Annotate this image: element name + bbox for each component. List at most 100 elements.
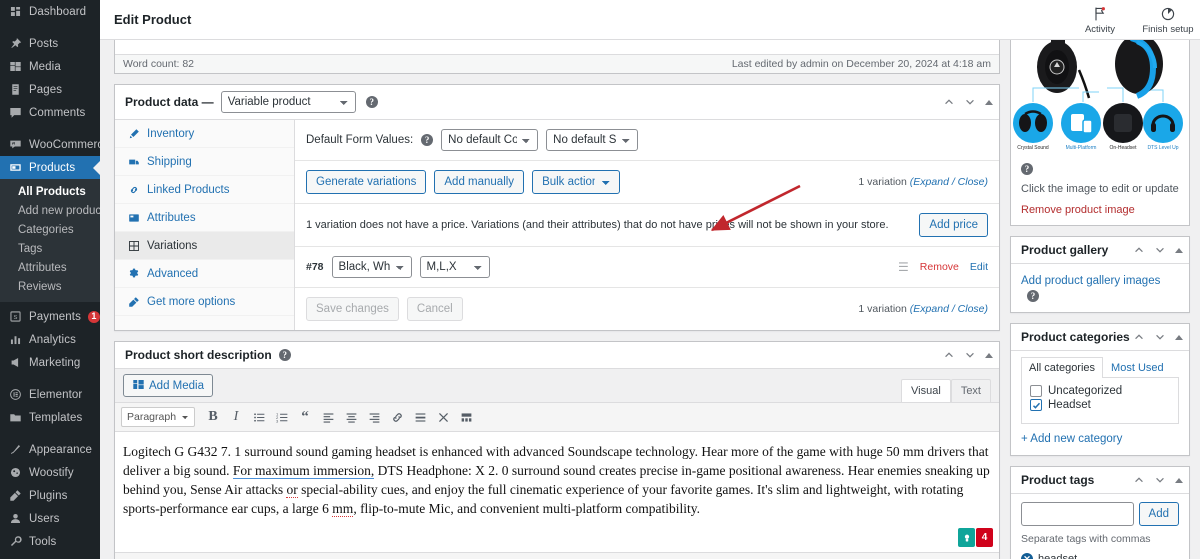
sidebar-item-posts[interactable]: Posts (0, 32, 100, 55)
fullscreen-icon[interactable] (433, 407, 453, 427)
tag-input[interactable] (1021, 502, 1134, 526)
move-down-icon[interactable] (1154, 331, 1166, 343)
move-down-icon[interactable] (964, 96, 976, 108)
read-more-icon[interactable] (410, 407, 430, 427)
align-center-icon[interactable] (341, 407, 361, 427)
submenu-item-all-products[interactable]: All Products (0, 183, 100, 202)
bulleted-list-icon[interactable] (249, 407, 269, 427)
variation-size-select[interactable]: M,L,X (419, 256, 490, 278)
sidebar-item-media[interactable]: Media (0, 55, 100, 78)
tab-visual[interactable]: Visual (901, 379, 951, 402)
sidebar-item-appearance[interactable]: Appearance (0, 438, 100, 461)
help-icon[interactable]: ? (365, 96, 378, 108)
move-down-icon[interactable] (1154, 474, 1166, 486)
move-up-icon[interactable] (1133, 244, 1145, 256)
link-icon[interactable] (387, 407, 407, 427)
category-item-headset[interactable]: Headset (1030, 398, 1170, 412)
blockquote-icon[interactable]: “ (295, 407, 315, 427)
add-product-gallery-images-link[interactable]: Add product gallery images (1021, 275, 1160, 287)
sidebar-item-dashboard[interactable]: Dashboard (0, 0, 100, 23)
add-media-button[interactable]: Add Media (123, 374, 213, 397)
numbered-list-icon[interactable]: 123 (272, 407, 292, 427)
finish-setup-button[interactable]: Finish setup (1142, 6, 1194, 35)
grammarly-icon[interactable] (958, 528, 975, 547)
toggle-panel-icon[interactable] (1175, 247, 1183, 253)
default-color-select[interactable]: No default Color… (441, 129, 539, 151)
tab-advanced[interactable]: Advanced (115, 260, 294, 288)
move-up-icon[interactable] (1133, 331, 1145, 343)
toggle-panel-icon[interactable] (1175, 334, 1183, 340)
move-up-icon[interactable] (943, 96, 955, 108)
category-item-uncategorized[interactable]: Uncategorized (1030, 384, 1170, 398)
remove-tag-icon[interactable]: ✕ (1021, 553, 1033, 559)
sidebar-item-woostify[interactable]: Woostify (0, 461, 100, 484)
checkbox-unchecked-icon[interactable] (1030, 385, 1042, 397)
activity-button[interactable]: Activity (1074, 6, 1126, 35)
tab-shipping[interactable]: Shipping (115, 148, 294, 176)
move-up-icon[interactable] (943, 349, 955, 361)
paragraph-format-select[interactable]: Paragraph (121, 407, 195, 427)
edit-variation-link[interactable]: Edit (970, 261, 988, 273)
remove-product-image-link[interactable]: Remove product image (1021, 204, 1179, 216)
submenu-item-tags[interactable]: Tags (0, 240, 100, 259)
tab-linked-products[interactable]: Linked Products (115, 176, 294, 204)
issue-count-badge[interactable]: 4 (976, 528, 993, 547)
sidebar-item-users[interactable]: Users (0, 507, 100, 530)
sidebar-item-products[interactable]: Products (0, 156, 100, 179)
help-icon[interactable]: ? (1027, 290, 1039, 302)
remove-variation-link[interactable]: Remove (920, 261, 959, 273)
toggle-panel-icon[interactable] (1175, 477, 1183, 483)
variation-color-select[interactable]: Black, White (331, 256, 412, 278)
add-new-category-link[interactable]: + Add new category (1021, 433, 1179, 445)
submenu-item-reviews[interactable]: Reviews (0, 278, 100, 297)
help-icon[interactable]: ? (278, 349, 291, 361)
product-image[interactable]: Crystal Sound Multi-Platform On-Headset … (1011, 40, 1189, 155)
align-left-icon[interactable] (318, 407, 338, 427)
default-size-select[interactable]: No default Size… (546, 129, 639, 151)
editor-content-area[interactable]: Logitech G G432 7. 1 surround sound gami… (115, 432, 999, 552)
add-manually-button[interactable]: Add manually (434, 170, 525, 194)
tab-variations[interactable]: Variations (115, 232, 294, 260)
checkbox-checked-icon[interactable] (1030, 399, 1042, 411)
sidebar-item-plugins[interactable]: Plugins (0, 484, 100, 507)
sidebar-item-elementor[interactable]: Elementor (0, 383, 100, 406)
tab-get-more-options[interactable]: Get more options (115, 288, 294, 316)
bulk-actions-select[interactable]: Bulk actions (532, 170, 621, 194)
sidebar-item-templates[interactable]: Templates (0, 406, 100, 429)
submenu-item-attributes[interactable]: Attributes (0, 259, 100, 278)
submenu-item-add-new-product[interactable]: Add new product (0, 202, 100, 221)
tab-attributes[interactable]: Attributes (115, 204, 294, 232)
move-down-icon[interactable] (964, 349, 976, 361)
add-tag-button[interactable]: Add (1138, 502, 1179, 526)
expand-close-link[interactable]: (Expand / Close) (910, 176, 988, 188)
tab-inventory[interactable]: Inventory (115, 120, 294, 148)
expand-close-link[interactable]: (Expand / Close) (910, 303, 988, 315)
move-down-icon[interactable] (1154, 244, 1166, 256)
bold-icon[interactable]: B (203, 407, 223, 427)
cancel-button[interactable]: Cancel (406, 297, 463, 321)
product-type-select[interactable]: Variable product (220, 91, 356, 113)
sidebar-item-marketing[interactable]: Marketing (0, 351, 100, 374)
tab-most-used[interactable]: Most Used (1103, 357, 1172, 378)
sidebar-item-payments[interactable]: S Payments 1 (0, 305, 100, 328)
sidebar-item-woocommerce[interactable]: WooCommerce (0, 133, 100, 156)
italic-icon[interactable]: I (226, 407, 246, 427)
toolbar-toggle-icon[interactable] (456, 407, 476, 427)
drag-handle-icon[interactable]: ☰ (898, 260, 909, 274)
generate-variations-button[interactable]: Generate variations (306, 170, 427, 194)
save-changes-button[interactable]: Save changes (306, 297, 399, 321)
tab-text[interactable]: Text (950, 379, 991, 402)
toggle-panel-icon[interactable] (985, 99, 993, 105)
sidebar-item-analytics[interactable]: Analytics (0, 328, 100, 351)
sidebar-item-settings[interactable]: Settings (0, 553, 100, 559)
toggle-panel-icon[interactable] (985, 352, 993, 358)
sidebar-item-tools[interactable]: Tools (0, 530, 100, 553)
tab-all-categories[interactable]: All categories (1021, 357, 1104, 378)
help-icon[interactable]: ? (1021, 163, 1033, 175)
add-price-button[interactable]: Add price (919, 213, 988, 237)
sidebar-item-pages[interactable]: Pages (0, 78, 100, 101)
move-up-icon[interactable] (1133, 474, 1145, 486)
submenu-item-categories[interactable]: Categories (0, 221, 100, 240)
help-icon[interactable]: ? (421, 134, 434, 146)
align-right-icon[interactable] (364, 407, 384, 427)
